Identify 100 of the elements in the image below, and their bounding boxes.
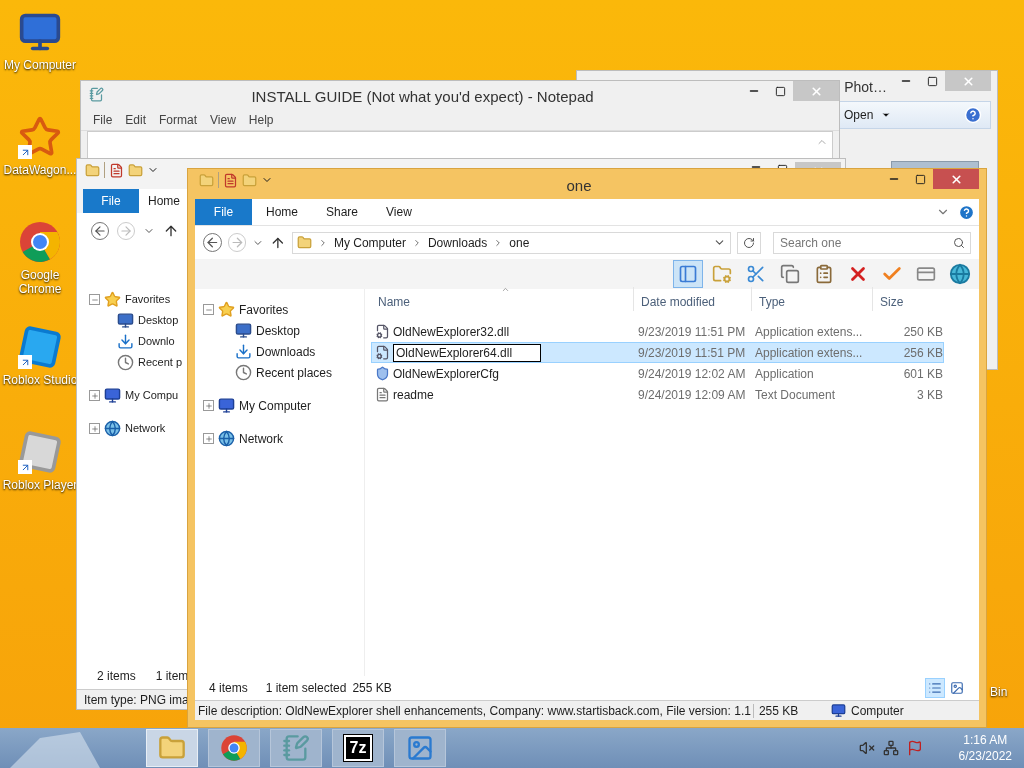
refresh-icon bbox=[743, 236, 756, 249]
archive-app-logo: 7z bbox=[343, 735, 373, 761]
file-explorer-icon bbox=[158, 734, 186, 762]
dropdown-arrow-icon bbox=[881, 110, 892, 120]
computer-icon bbox=[104, 387, 121, 404]
file-row[interactable]: OldNewExplorer32.dll 9/23/2019 11:51 PM Application extens... 250 KB bbox=[371, 321, 944, 342]
refresh-button[interactable] bbox=[737, 231, 761, 254]
menu-item[interactable]: File bbox=[93, 110, 113, 129]
column-header[interactable]: Size bbox=[872, 287, 951, 311]
address-bar[interactable]: My Computer Downloads one bbox=[291, 231, 732, 254]
ribbon-tab[interactable]: Share bbox=[312, 199, 373, 225]
tree-item[interactable]: Recent p bbox=[138, 354, 183, 371]
ribbon-tab[interactable]: Home bbox=[252, 199, 312, 225]
maximize-icon bbox=[926, 75, 938, 87]
window-title: one bbox=[565, 176, 593, 196]
type-cell-text: Application bbox=[754, 365, 815, 383]
tree-item[interactable]: Desktop bbox=[256, 321, 301, 340]
date-cell-text: 9/23/2019 11:51 PM bbox=[637, 323, 747, 341]
date-cell-text: 9/23/2019 11:51 PM bbox=[637, 344, 747, 362]
file-tab[interactable]: File bbox=[195, 199, 252, 225]
column-header[interactable]: Type bbox=[751, 287, 872, 311]
new-folder-icon bbox=[242, 172, 257, 188]
status-text: 2 items bbox=[97, 668, 136, 685]
size-cell-text: 3 KB bbox=[916, 386, 943, 404]
rename-field[interactable]: OldNewExplorer64.dll bbox=[393, 343, 541, 362]
close-icon bbox=[949, 172, 963, 186]
network-icon[interactable] bbox=[882, 740, 899, 756]
open-menu[interactable]: Open bbox=[844, 106, 892, 124]
maximize-icon bbox=[914, 173, 926, 185]
notepad-icon bbox=[89, 87, 104, 102]
search-field[interactable]: Search one bbox=[773, 231, 971, 254]
breadcrumb[interactable]: one bbox=[509, 233, 530, 252]
photo-viewer-icon bbox=[406, 734, 434, 762]
expand-toggle[interactable] bbox=[89, 390, 100, 401]
tree-item[interactable]: Downlo bbox=[138, 333, 175, 350]
tree-item[interactable]: Recent places bbox=[256, 363, 333, 382]
volume-muted-icon[interactable] bbox=[858, 740, 875, 756]
application-icon bbox=[375, 366, 390, 381]
help-icon[interactable] bbox=[964, 106, 982, 124]
star-icon bbox=[104, 291, 121, 308]
dll-file-icon bbox=[375, 324, 390, 339]
status-text: 1 item bbox=[155, 668, 189, 685]
thumbnails-view-icon bbox=[950, 681, 964, 695]
menu-item[interactable]: Edit bbox=[125, 110, 147, 129]
menu-item[interactable]: Help bbox=[248, 110, 274, 129]
file-description: File description: OldNewExplorer shell enhancements, Company: www.startisback.com, File version: 1.1 bbox=[198, 702, 751, 720]
search-icon[interactable] bbox=[953, 236, 965, 249]
file-row[interactable]: OldNewExplorer64.dll 9/23/2019 11:51 PM Application extens... 256 KB bbox=[371, 342, 944, 363]
dll-file-icon bbox=[375, 345, 390, 360]
menu-item[interactable]: View bbox=[210, 110, 236, 129]
tree-item[interactable]: Favorites bbox=[239, 300, 289, 319]
file-row[interactable]: readme 9/24/2019 12:09 AM Text Document 3 KB bbox=[371, 384, 944, 405]
plus-icon bbox=[90, 391, 99, 400]
plus-icon bbox=[90, 424, 99, 433]
column-header[interactable]: Date modified bbox=[633, 287, 751, 311]
tree-item[interactable]: Network bbox=[239, 429, 283, 448]
taskbar-button[interactable] bbox=[270, 729, 322, 767]
file-name: OldNewExplorer32.dll bbox=[393, 323, 510, 341]
expand-toggle[interactable] bbox=[89, 423, 100, 434]
plus-icon bbox=[204, 401, 213, 410]
file-row[interactable]: OldNewExplorerCfg 9/24/2019 12:02 AM Application 601 KB bbox=[371, 363, 944, 384]
taskbar-button[interactable]: 7z bbox=[332, 729, 384, 767]
expand-toggle[interactable] bbox=[203, 433, 214, 444]
ribbon-tab[interactable]: Home bbox=[139, 189, 189, 213]
tree-item[interactable]: Desktop bbox=[138, 312, 179, 329]
collapse-toggle[interactable] bbox=[89, 294, 100, 305]
rename-icon bbox=[916, 264, 936, 284]
type-cell-text: Application extens... bbox=[754, 344, 864, 362]
downloads-folder-icon bbox=[117, 333, 134, 350]
taskbar-button[interactable] bbox=[394, 729, 446, 767]
date-cell-text: 9/24/2019 12:09 AM bbox=[637, 386, 747, 404]
network-icon bbox=[218, 430, 235, 447]
column-header[interactable]: Name bbox=[371, 287, 633, 311]
close-icon bbox=[961, 74, 975, 88]
taskbar-button[interactable] bbox=[208, 729, 260, 767]
expand-toggle[interactable] bbox=[203, 400, 214, 411]
tree-item[interactable]: My Computer bbox=[239, 396, 312, 415]
computer-icon bbox=[218, 397, 235, 414]
tree-item[interactable]: Network bbox=[125, 420, 166, 437]
toolbar-button[interactable] bbox=[673, 260, 703, 288]
breadcrumb[interactable]: My Computer bbox=[333, 233, 406, 252]
size-cell-text: 256 KB bbox=[902, 344, 943, 362]
file-tab[interactable]: File bbox=[83, 189, 139, 213]
tree-item[interactable]: Downloads bbox=[256, 342, 316, 361]
collapse-toggle[interactable] bbox=[203, 304, 214, 315]
chrome-icon bbox=[18, 220, 62, 264]
globe-icon bbox=[949, 263, 971, 285]
up-button[interactable] bbox=[163, 223, 179, 239]
help-icon[interactable] bbox=[958, 203, 975, 221]
tree-item[interactable]: My Compu bbox=[125, 387, 179, 404]
ribbon-tab[interactable]: View bbox=[372, 199, 426, 225]
cut-icon bbox=[746, 264, 766, 284]
action-center-flag-icon[interactable] bbox=[906, 740, 923, 756]
tree-item[interactable]: Favorites bbox=[125, 291, 171, 308]
recent-places-icon bbox=[117, 354, 134, 371]
close-icon bbox=[809, 84, 823, 98]
breadcrumb[interactable]: Downloads bbox=[427, 233, 488, 252]
details-view-button[interactable] bbox=[925, 678, 945, 698]
paste-icon bbox=[814, 264, 834, 284]
menu-item[interactable]: Format bbox=[159, 110, 198, 129]
